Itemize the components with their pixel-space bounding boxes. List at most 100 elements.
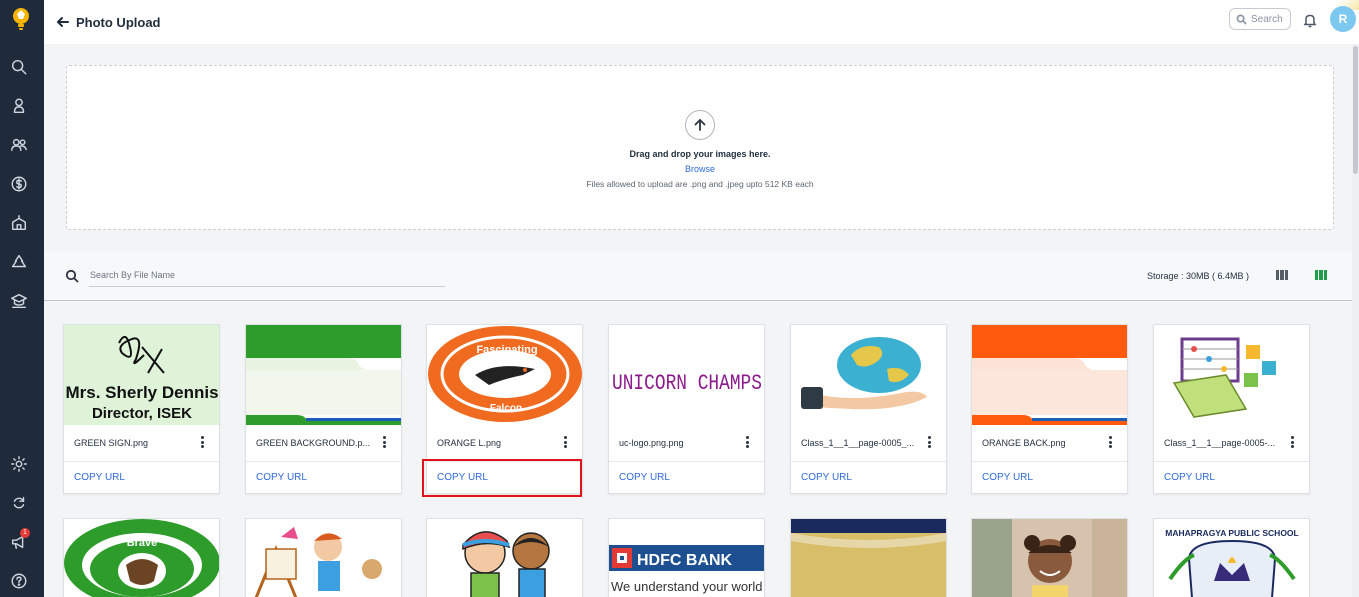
- users-icon[interactable]: [9, 135, 29, 155]
- back-arrow-icon[interactable]: [56, 15, 70, 29]
- falcon-bottom-text: Falcon: [490, 403, 522, 414]
- card-divider: [246, 461, 401, 462]
- file-name: GREEN SIGN.png: [74, 438, 149, 448]
- search-icon: [1236, 14, 1247, 25]
- file-name: Class_1__1__page-0005-...: [1164, 438, 1276, 448]
- more-options-icon[interactable]: [741, 435, 753, 449]
- page-title: Photo Upload: [76, 15, 161, 30]
- grid-view-icon[interactable]: [1315, 270, 1327, 280]
- drop-instructions: Drag and drop your images here.: [629, 149, 771, 159]
- card-divider: [64, 461, 219, 462]
- file-name: GREEN BACKGROUND.p...: [256, 438, 371, 448]
- more-options-icon[interactable]: [923, 435, 935, 449]
- file-card: Class_1__1__page-0005-... COPY URL: [1153, 324, 1310, 494]
- more-options-icon[interactable]: [1286, 435, 1298, 449]
- scrollbar-thumb[interactable]: [1353, 46, 1358, 174]
- file-card: Class_1__1__page-0005_... COPY URL: [790, 324, 947, 494]
- user-icon[interactable]: [9, 96, 29, 116]
- file-search-input[interactable]: [89, 263, 445, 287]
- sync-icon[interactable]: [9, 493, 29, 513]
- file-thumbnail[interactable]: HDFC BANK We understand your world: [609, 519, 764, 597]
- file-card: GREEN BACKGROUND.p... COPY URL: [245, 324, 402, 494]
- card-divider: [609, 461, 764, 462]
- file-thumbnail[interactable]: [246, 519, 401, 597]
- allowed-file-types: Files allowed to upload are .png and .jp…: [586, 179, 814, 189]
- file-card: MAHAPRAGYA PUBLIC SCHOOL: [1153, 518, 1310, 597]
- school-name-text: MAHAPRAGYA PUBLIC SCHOOL: [1165, 528, 1299, 538]
- more-options-icon[interactable]: [559, 435, 571, 449]
- help-icon[interactable]: [9, 571, 29, 591]
- signature-name-text: Mrs. Sherly Dennis: [65, 383, 218, 402]
- file-thumbnail[interactable]: Mrs. Sherly Dennis Director, ISEK: [64, 325, 219, 425]
- sidebar: 1: [0, 0, 44, 597]
- hdfc-title-text: HDFC BANK: [637, 552, 733, 569]
- file-thumbnail[interactable]: [791, 519, 946, 597]
- file-thumbnail[interactable]: Fascinating Falcon: [427, 325, 582, 425]
- copy-url-button[interactable]: COPY URL: [982, 472, 1033, 483]
- graduation-icon[interactable]: [9, 291, 29, 311]
- global-search-placeholder: Search: [1251, 13, 1283, 25]
- avatar[interactable]: R: [1330, 6, 1356, 32]
- file-name: Class_1__1__page-0005_...: [801, 438, 915, 448]
- storage-info: Storage : 30MB ( 6.4MB ): [1147, 271, 1250, 281]
- copy-url-button[interactable]: COPY URL: [74, 472, 125, 483]
- upload-arrow-icon: [694, 119, 706, 131]
- file-name: ORANGE L.png: [437, 438, 502, 448]
- file-card: [790, 518, 947, 597]
- global-search-input[interactable]: Search: [1229, 8, 1291, 30]
- more-options-icon[interactable]: [1104, 435, 1116, 449]
- file-card: Brave: [63, 518, 220, 597]
- upload-button[interactable]: [685, 110, 715, 140]
- file-thumbnail[interactable]: [246, 325, 401, 425]
- scrollbar[interactable]: [1352, 44, 1359, 597]
- file-thumbnail[interactable]: [427, 519, 582, 597]
- file-thumbnail[interactable]: [1154, 325, 1309, 425]
- upload-dropzone[interactable]: Drag and drop your images here. Browse F…: [66, 65, 1334, 230]
- search-icon: [65, 269, 79, 283]
- file-card: HDFC BANK We understand your world: [608, 518, 765, 597]
- recycle-icon[interactable]: [9, 252, 29, 272]
- brave-text: Brave: [127, 537, 158, 549]
- file-card: UNICORN CHAMPS uc-logo.png.png COPY URL: [608, 324, 765, 494]
- file-name: uc-logo.png.png: [619, 438, 684, 448]
- card-divider: [972, 461, 1127, 462]
- unicorn-logo-text: UNICORN CHAMPS: [612, 371, 762, 396]
- signature-title-text: Director, ISEK: [92, 405, 192, 422]
- card-divider: [1154, 461, 1309, 462]
- dollar-icon[interactable]: [9, 174, 29, 194]
- file-thumbnail[interactable]: [972, 519, 1127, 597]
- card-divider: [791, 461, 946, 462]
- bell-icon[interactable]: [1302, 12, 1318, 28]
- file-card: [245, 518, 402, 597]
- copy-url-button[interactable]: COPY URL: [619, 472, 670, 483]
- hdfc-tagline-text: We understand your world: [611, 579, 763, 594]
- copy-url-button[interactable]: COPY URL: [801, 472, 852, 483]
- file-card: [426, 518, 583, 597]
- notification-badge: 1: [20, 528, 30, 538]
- app-logo[interactable]: [9, 5, 33, 33]
- file-card: Fascinating Falcon ORANGE L.png COPY URL: [426, 324, 583, 494]
- browse-link[interactable]: Browse: [67, 164, 1333, 174]
- file-thumbnail[interactable]: Brave: [64, 519, 219, 597]
- search-icon[interactable]: [9, 57, 29, 77]
- more-options-icon[interactable]: [378, 435, 390, 449]
- file-card: Mrs. Sherly Dennis Director, ISEK GREEN …: [63, 324, 220, 494]
- copy-url-button[interactable]: COPY URL: [256, 472, 307, 483]
- copy-url-button[interactable]: COPY URL: [1164, 472, 1215, 483]
- card-divider: [427, 461, 582, 462]
- file-card: [971, 518, 1128, 597]
- list-view-icon[interactable]: [1276, 270, 1288, 280]
- file-name: ORANGE BACK.png: [982, 438, 1066, 448]
- school-icon[interactable]: [9, 213, 29, 233]
- file-thumbnail[interactable]: UNICORN CHAMPS: [609, 325, 764, 425]
- file-thumbnail[interactable]: [791, 325, 946, 425]
- more-options-icon[interactable]: [196, 435, 208, 449]
- settings-icon[interactable]: [9, 454, 29, 474]
- file-thumbnail[interactable]: [972, 325, 1127, 425]
- file-toolbar: Storage : 30MB ( 6.4MB ): [44, 251, 1359, 301]
- main-content: Drag and drop your images here. Browse F…: [44, 44, 1359, 597]
- falcon-top-text: Fascinating: [476, 344, 537, 356]
- top-bar: [44, 0, 1359, 44]
- copy-url-button[interactable]: COPY URL: [437, 472, 488, 483]
- file-thumbnail[interactable]: MAHAPRAGYA PUBLIC SCHOOL: [1154, 519, 1309, 597]
